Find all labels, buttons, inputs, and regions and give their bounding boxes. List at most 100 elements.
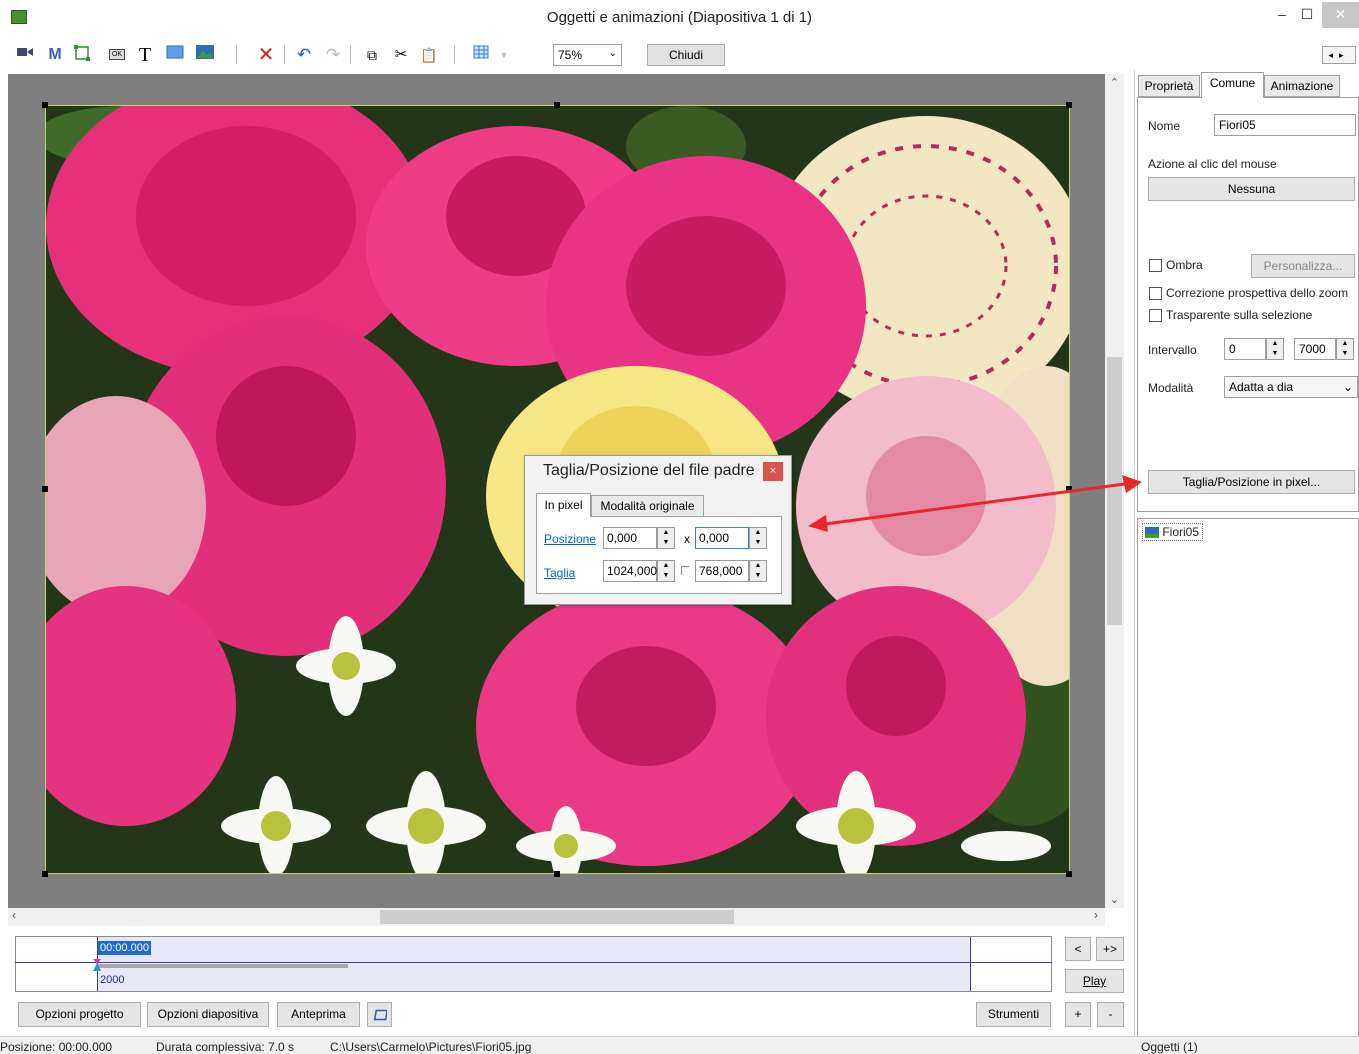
scroll-down-icon[interactable]: ⌄	[1105, 893, 1124, 906]
shadow-label: Ombra	[1166, 258, 1203, 272]
grid-icon[interactable]	[470, 44, 492, 66]
mode-label: Modalità	[1148, 381, 1194, 395]
interval-start-field[interactable]: 0	[1224, 338, 1266, 360]
play-button[interactable]: Play	[1065, 969, 1124, 993]
status-position: Posizione: 00:00.000	[0, 1040, 113, 1054]
separator	[284, 45, 285, 64]
cut-icon[interactable]: ✂	[390, 44, 412, 66]
crop-height-field[interactable]: 768,000	[695, 560, 749, 582]
add-button[interactable]: +	[1065, 1002, 1091, 1027]
paste-icon[interactable]: 📋	[418, 44, 440, 66]
preview-button[interactable]: Anteprima	[277, 1002, 360, 1027]
status-duration: Durata complessiva: 7.0 s	[156, 1040, 295, 1054]
mode-select[interactable]: Adatta a dia ⌄	[1224, 376, 1358, 398]
tab-animation[interactable]: Animazione	[1264, 75, 1340, 97]
zoom-perspective-label: Correzione prospettiva dello zoom	[1166, 286, 1349, 300]
mouse-action-button[interactable]: Nessuna	[1148, 177, 1355, 201]
position-link[interactable]: Posizione	[544, 532, 596, 546]
playhead-marker-icon[interactable]	[92, 959, 102, 971]
crop-width-field[interactable]: 1024,000	[603, 560, 657, 582]
copy-icon[interactable]: ⧉	[361, 44, 383, 66]
scroll-up-icon[interactable]: ⌃	[1105, 76, 1124, 89]
resize-handle[interactable]	[42, 486, 48, 492]
rectangle-icon[interactable]	[164, 44, 186, 66]
image-icon[interactable]	[194, 44, 216, 66]
horizontal-scroll-thumb[interactable]	[380, 910, 734, 924]
timeline-transition-bar	[97, 964, 348, 968]
position-x-field[interactable]: 0,000	[603, 527, 657, 549]
fullscreen-preview-button[interactable]	[367, 1002, 392, 1027]
resize-handle[interactable]	[42, 102, 48, 108]
interval-label: Intervallo	[1148, 343, 1197, 357]
interval-start-spinner[interactable]: ▲ ▼	[1266, 338, 1284, 360]
tab-common[interactable]: Comune	[1201, 72, 1264, 98]
delete-icon[interactable]: ✕	[255, 44, 277, 66]
slide-options-button[interactable]: Opzioni diapositiva	[147, 1002, 269, 1027]
resize-handle[interactable]	[554, 102, 560, 108]
zoom-perspective-checkbox[interactable]	[1149, 287, 1162, 300]
frame-icon[interactable]	[71, 44, 93, 66]
text-icon[interactable]: T	[134, 44, 156, 66]
next-button[interactable]: +>	[1096, 937, 1124, 961]
crop-dialog-title: Taglia/Posizione del file padre	[543, 462, 755, 479]
crop-height-spinner[interactable]: ▲ ▼	[749, 560, 767, 582]
transparent-checkbox[interactable]	[1149, 309, 1162, 322]
crop-dialog-close-button[interactable]: ×	[763, 462, 783, 481]
timeline-divider	[15, 962, 1052, 963]
x-separator: x	[684, 532, 690, 546]
resize-handle[interactable]	[1066, 102, 1072, 108]
close-window-button[interactable]: ✕	[1322, 2, 1359, 28]
position-y-field[interactable]: 0,000	[695, 527, 749, 549]
mode-value: Adatta a dia	[1229, 380, 1294, 394]
name-field[interactable]: Fiori05	[1214, 114, 1356, 136]
video-icon[interactable]	[14, 44, 36, 66]
scroll-right-icon[interactable]: ›	[1094, 908, 1098, 922]
zoom-select[interactable]: 75% ⌄	[553, 44, 622, 66]
tab-properties[interactable]: Proprietà	[1138, 75, 1200, 97]
position-y-spinner[interactable]: ▲ ▼	[749, 527, 767, 549]
annotation-arrow	[808, 475, 1142, 532]
interval-end-spinner[interactable]: ▲ ▼	[1336, 338, 1354, 360]
resize-handle[interactable]	[1066, 871, 1072, 877]
link-aspect-icon[interactable]	[681, 566, 689, 575]
status-objects-count: Oggetti (1)	[1141, 1040, 1198, 1054]
crop-link[interactable]: Taglia	[544, 566, 575, 580]
timeline-end-line	[970, 937, 971, 991]
interval-end-field[interactable]: 7000	[1294, 338, 1336, 360]
list-item[interactable]: Fiori05	[1142, 523, 1204, 541]
close-button[interactable]: Chiudi	[647, 44, 725, 66]
remove-button[interactable]: -	[1097, 1002, 1124, 1027]
resize-handle[interactable]	[554, 871, 560, 877]
transparent-label: Trasparente sulla selezione	[1166, 308, 1313, 322]
ok-label: OK	[108, 49, 126, 60]
shadow-checkbox[interactable]	[1149, 259, 1162, 272]
maximize-button[interactable]: ☐	[1287, 2, 1327, 28]
scroll-left-icon[interactable]: ‹	[12, 908, 16, 922]
name-label: Nome	[1148, 119, 1181, 133]
prev-button[interactable]: <	[1065, 937, 1091, 961]
mask-icon[interactable]: M	[44, 44, 66, 66]
window-title: Oggetti e animazioni (Diapositiva 1 di 1…	[546, 9, 813, 26]
separator	[236, 45, 237, 64]
object-list	[1137, 518, 1359, 1038]
undo-icon[interactable]: ↶	[293, 44, 315, 66]
tools-button[interactable]: Strumenti	[976, 1002, 1051, 1027]
grid-dropdown-icon[interactable]: ▼	[493, 44, 515, 66]
monitor-icon	[373, 1009, 388, 1021]
status-file-path: C:\Users\Carmelo\Pictures\Fiori05.jpg	[330, 1040, 532, 1054]
tab-in-pixel[interactable]: In pixel	[536, 493, 591, 517]
position-x-spinner[interactable]: ▲ ▼	[657, 527, 675, 549]
customize-button[interactable]: Personalizza...	[1251, 254, 1355, 278]
crop-width-spinner[interactable]: ▲ ▼	[657, 560, 675, 582]
resize-handle[interactable]	[42, 871, 48, 877]
separator	[350, 45, 351, 64]
crop-pixel-button[interactable]: Taglia/Posizione in pixel...	[1148, 470, 1355, 494]
project-options-button[interactable]: Opzioni progetto	[18, 1002, 141, 1027]
timeline-marker-value: 2000	[100, 974, 125, 986]
panel-scroll-arrows[interactable]: ◂▸	[1322, 46, 1356, 64]
object-name: Fiori05	[1162, 525, 1200, 539]
redo-icon[interactable]: ↷	[322, 44, 344, 66]
separator	[454, 45, 455, 64]
tab-original-mode[interactable]: Modalità originale	[591, 495, 704, 517]
button-object-icon[interactable]: OK	[106, 44, 128, 66]
